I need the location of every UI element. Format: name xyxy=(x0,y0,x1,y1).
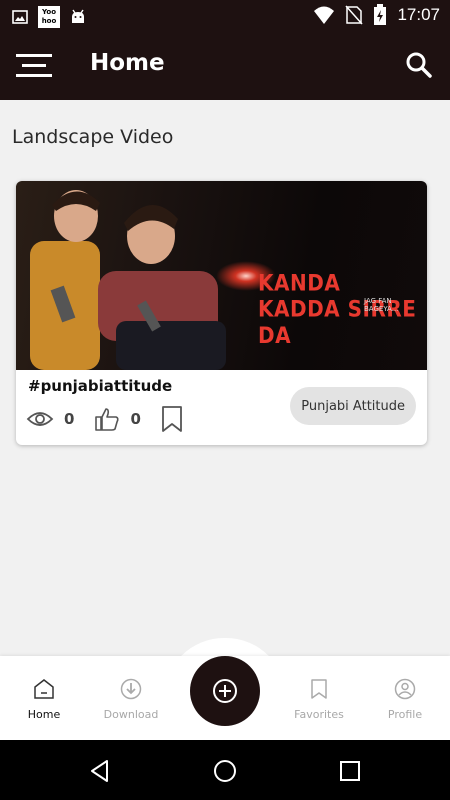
video-stats: 0 0 xyxy=(26,405,183,433)
add-button[interactable] xyxy=(190,656,260,726)
android-icon xyxy=(72,9,84,23)
video-hashtag[interactable]: #punjabiattitude xyxy=(28,377,172,395)
category-chip[interactable]: Punjabi Attitude xyxy=(290,387,416,425)
views-count: 0 xyxy=(64,410,75,428)
section-title: Landscape Video xyxy=(12,126,174,148)
bookmark-icon[interactable] xyxy=(161,405,183,433)
status-bar: Yoo hoo 17:07 xyxy=(0,0,450,32)
home-circle-icon xyxy=(214,760,236,782)
like-icon[interactable] xyxy=(94,406,120,432)
status-left-icons: Yoo hoo xyxy=(12,6,86,28)
thumbnail-subtitle: JAG FAN BAGEYA... xyxy=(364,297,399,313)
battery-charging-icon xyxy=(374,4,387,25)
nav-download-label: Download xyxy=(103,708,159,721)
system-nav-bar xyxy=(0,740,450,800)
plus-circle-icon xyxy=(213,679,237,703)
recents-button[interactable] xyxy=(337,758,363,784)
profile-icon xyxy=(394,678,416,700)
home-icon xyxy=(34,679,54,699)
back-icon xyxy=(91,760,108,782)
page-title: Home xyxy=(90,50,165,76)
eye-icon xyxy=(26,412,54,426)
hamburger-menu-icon xyxy=(16,54,52,77)
nav-home[interactable]: Home xyxy=(9,678,79,721)
nav-home-label: Home xyxy=(27,708,61,721)
yoohoo-icon: Yoo hoo xyxy=(38,6,60,28)
recents-icon xyxy=(340,761,360,781)
nav-profile-label: Profile xyxy=(387,708,423,721)
nav-download[interactable]: Download xyxy=(96,678,166,721)
nav-profile[interactable]: Profile xyxy=(370,678,440,721)
status-time: 17:07 xyxy=(397,5,440,24)
app-bar: Home xyxy=(0,32,450,100)
bookmark-icon xyxy=(311,679,327,699)
no-sim-icon xyxy=(345,5,364,25)
nav-favorites[interactable]: Favorites xyxy=(284,678,354,721)
back-button[interactable] xyxy=(87,758,113,784)
video-thumbnail[interactable]: KANDA KADDA SIRRE DA JAG FAN BAGEYA... xyxy=(16,181,427,370)
yoohoo-text: Yoo hoo xyxy=(41,8,57,25)
wifi-icon xyxy=(314,6,335,24)
download-icon xyxy=(120,678,142,700)
likes-count: 0 xyxy=(130,410,141,428)
search-button[interactable] xyxy=(404,50,434,80)
menu-button[interactable] xyxy=(16,52,52,80)
nav-favorites-label: Favorites xyxy=(294,708,344,721)
thumbnail-figures xyxy=(30,190,226,370)
search-icon xyxy=(406,52,432,78)
video-card[interactable]: KANDA KADDA SIRRE DA JAG FAN BAGEYA... #… xyxy=(16,181,427,445)
image-icon xyxy=(12,10,28,24)
status-right-icons: 17:07 xyxy=(313,4,440,26)
system-home-button[interactable] xyxy=(212,758,238,784)
